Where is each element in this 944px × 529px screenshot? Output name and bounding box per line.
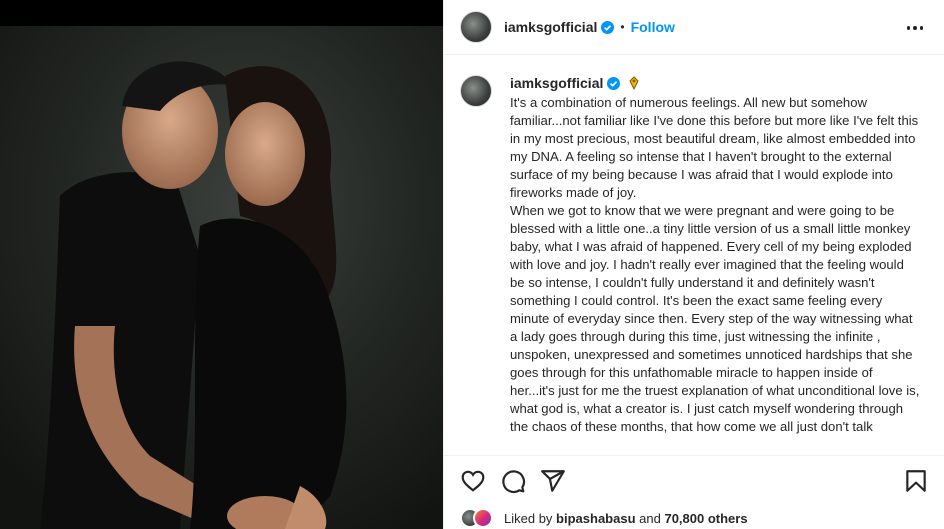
comment-icon[interactable] (500, 468, 526, 494)
likes-prefix: Liked by (504, 510, 553, 526)
emoji-icon (626, 75, 642, 91)
heart-icon[interactable] (460, 468, 486, 494)
author-avatar[interactable] (460, 11, 492, 43)
caption-author-username[interactable]: iamksgofficial (510, 75, 603, 91)
caption-author-avatar[interactable] (460, 75, 492, 107)
media-top-bar (0, 0, 443, 26)
liker-avatars (460, 508, 500, 528)
caption-text: It's a combination of numerous feelings.… (510, 95, 920, 434)
post-caption: iamksgofficial It's a combination of num… (460, 72, 940, 452)
author-username[interactable]: iamksgofficial (504, 19, 597, 35)
liker-avatar (473, 508, 493, 528)
likes-count[interactable]: 70,800 others (664, 511, 747, 526)
verified-badge-icon (601, 20, 615, 34)
post-actions (444, 455, 944, 507)
post-photo (0, 26, 443, 529)
likes-and: and (639, 510, 661, 526)
post-header: iamksgofficial • Follow (444, 0, 944, 55)
post-media[interactable] (0, 0, 443, 529)
likes-summary: Liked by bipashabasu and 70,800 others (460, 508, 748, 528)
more-options-icon[interactable] (905, 18, 925, 38)
verified-badge-icon (607, 76, 621, 90)
liker-username[interactable]: bipashabasu (556, 511, 635, 526)
follow-button[interactable]: Follow (631, 19, 675, 35)
separator-dot: • (620, 20, 625, 34)
share-icon[interactable] (540, 468, 566, 494)
post-sidebar: iamksgofficial • Follow iamksgofficial I… (443, 0, 944, 529)
bookmark-icon[interactable] (903, 468, 929, 494)
